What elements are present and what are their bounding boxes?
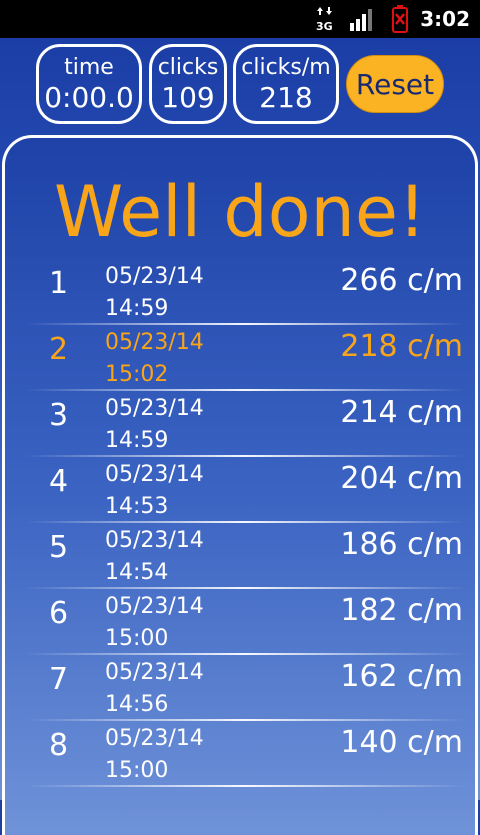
result-rate: 140 c/m [340,725,463,760]
clicks-per-minute-value: 218 [259,81,313,114]
result-row: 2 05/23/14 15:02 218 c/m [5,325,475,391]
result-rank: 7 [49,662,69,697]
result-date: 05/23/14 [105,330,204,355]
result-rank: 3 [49,398,69,433]
clicks-stat-value: 109 [161,81,215,114]
result-date: 05/23/14 [105,528,204,553]
clicks-stat: clicks 109 [149,44,227,124]
clicks-stat-label: clicks [157,55,219,80]
result-date: 05/23/14 [105,264,204,289]
result-rank: 6 [49,596,69,631]
result-row: 5 05/23/14 14:54 186 c/m [5,523,475,589]
clicks-per-minute-label: clicks/m [241,55,331,80]
result-rate: 204 c/m [340,461,463,496]
status-bar: 3G 3:02 [0,0,480,38]
result-headline: Well done! [53,171,427,253]
result-row: 3 05/23/14 14:59 214 c/m [5,391,475,457]
result-row: 6 05/23/14 15:00 182 c/m [5,589,475,655]
results-panel: Well done! 1 05/23/14 14:59 266 c/m 2 05/23/1… [2,135,478,835]
results-list: 1 05/23/14 14:59 266 c/m 2 05/23/14 15:02 218 c… [5,259,475,787]
result-row: 4 05/23/14 14:53 204 c/m [5,457,475,523]
status-bar-clock: 3:02 [420,7,470,31]
result-date: 05/23/14 [105,396,204,421]
result-row: 1 05/23/14 14:59 266 c/m [5,259,475,325]
result-time: 14:59 [105,296,169,321]
result-date: 05/23/14 [105,594,204,619]
network-3g-icon: 3G [316,7,333,32]
signal-bars-icon [350,9,372,31]
result-time: 14:53 [105,494,169,519]
reset-button[interactable]: Reset [346,55,444,113]
clicks-per-minute-stat: clicks/m 218 [233,44,339,124]
result-rank: 2 [49,332,69,367]
svg-text:3G: 3G [316,20,333,32]
time-stat-label: time [64,55,114,80]
battery-alert-icon [392,5,408,33]
row-divider [25,785,465,787]
result-rate: 266 c/m [340,263,463,298]
result-row: 7 05/23/14 14:56 162 c/m [5,655,475,721]
result-rate: 162 c/m [340,659,463,694]
result-rate: 186 c/m [340,527,463,562]
time-stat-value: 0:00.0 [44,81,134,114]
result-time: 14:59 [105,428,169,453]
result-rank: 5 [49,530,69,565]
result-rank: 4 [49,464,69,499]
result-time: 15:02 [105,362,169,387]
result-date: 05/23/14 [105,726,204,751]
result-time: 15:00 [105,758,169,783]
app-screen: time 0:00.0 clicks 109 clicks/m 218 Rese… [0,38,480,835]
time-stat: time 0:00.0 [36,44,142,124]
list-fade [5,819,475,835]
result-time: 15:00 [105,626,169,651]
result-date: 05/23/14 [105,462,204,487]
result-rate: 218 c/m [340,329,463,364]
result-rate: 214 c/m [340,395,463,430]
result-rate: 182 c/m [340,593,463,628]
result-time: 14:56 [105,692,169,717]
result-rank: 8 [49,728,69,763]
result-rank: 1 [49,266,69,301]
result-date: 05/23/14 [105,660,204,685]
result-row: 8 05/23/14 15:00 140 c/m [5,721,475,787]
result-time: 14:54 [105,560,169,585]
